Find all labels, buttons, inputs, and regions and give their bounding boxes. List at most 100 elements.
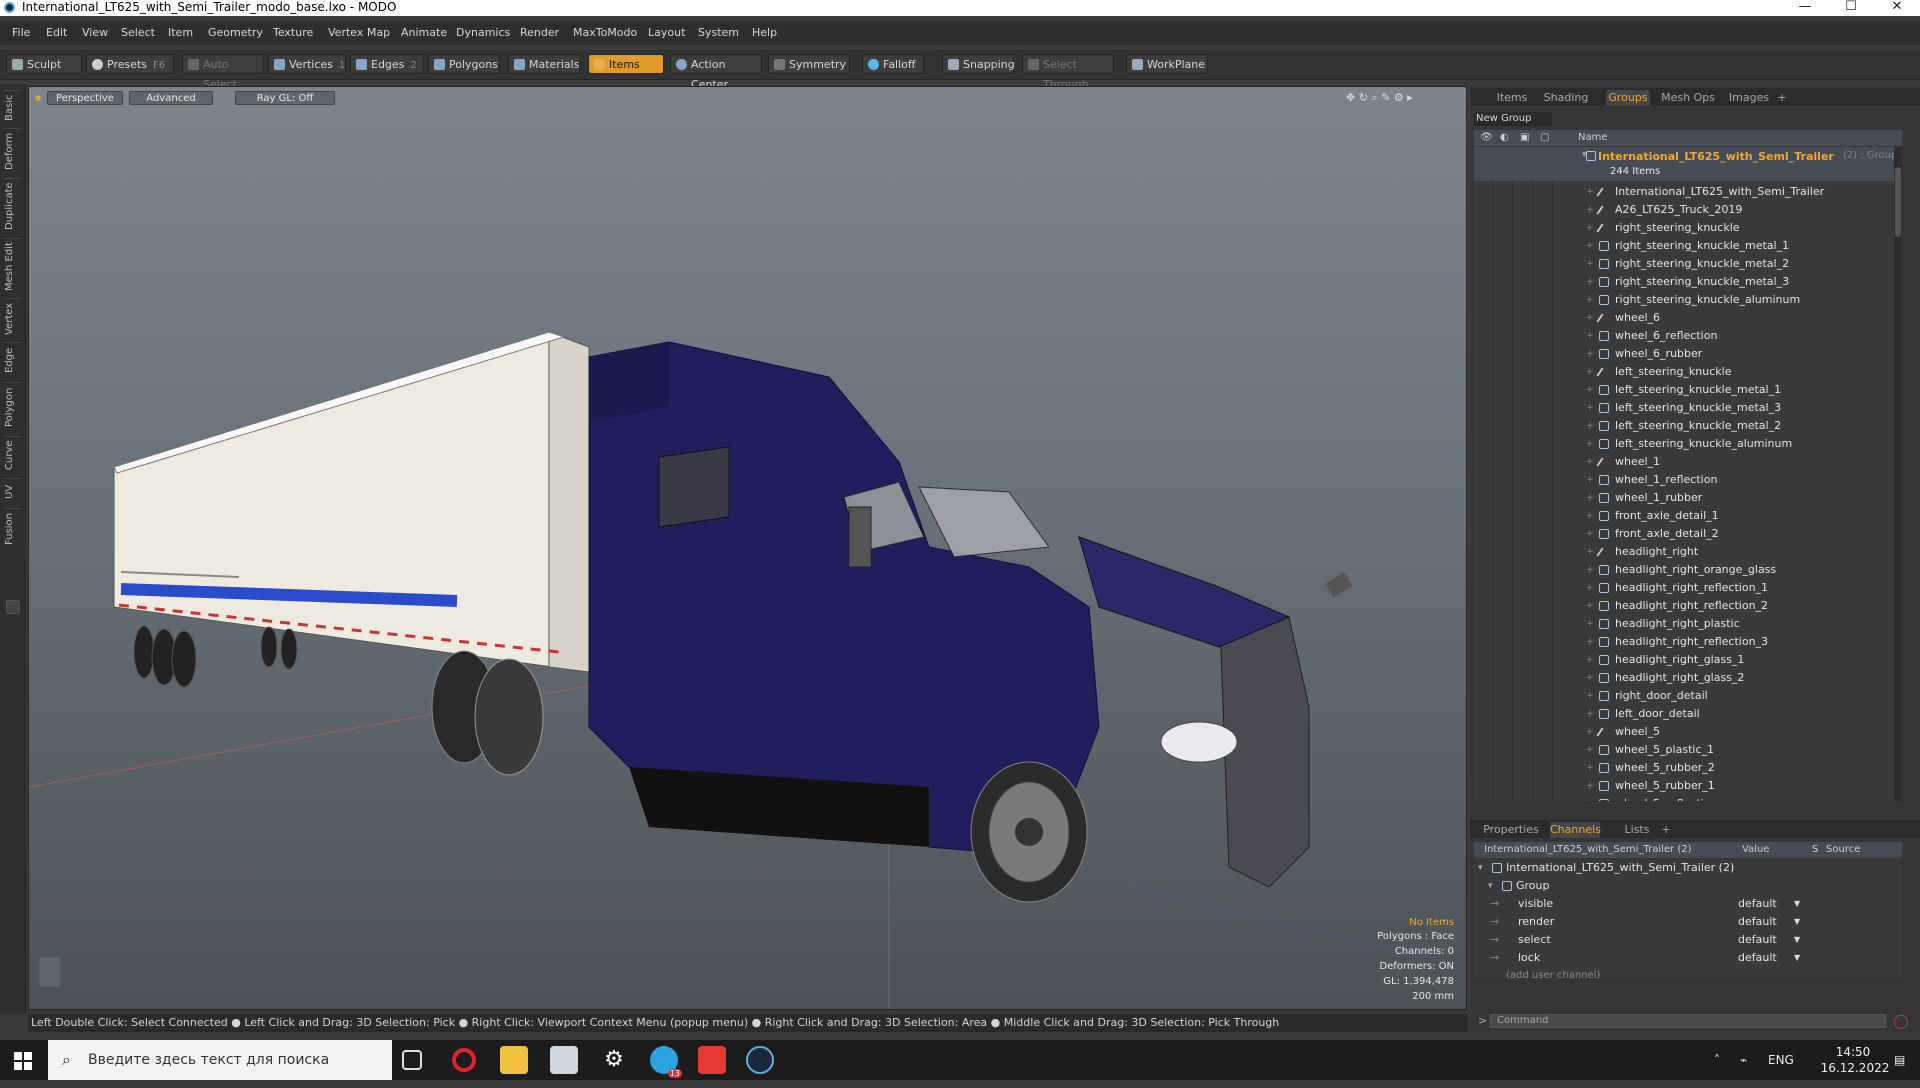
list-item[interactable]: + right_door_detail (1474, 687, 1902, 705)
list-item[interactable]: + left_steering_knuckle_metal_2 (1474, 417, 1902, 435)
3d-viewport[interactable]: Perspective Advanced Ray GL: Off ✥ ↻ ⌕ ✎… (28, 86, 1467, 1010)
expand-icon[interactable]: + (1586, 525, 1594, 543)
root-collapse-icon[interactable]: ▾ (1478, 859, 1483, 877)
list-item[interactable]: + right_steering_knuckle_aluminum (1474, 291, 1902, 309)
list-item[interactable]: + International_LT625_with_Semi_Trailer (1474, 183, 1902, 201)
taskbar-search-input[interactable]: ⌕ Введите здесь текст для поиска (48, 1040, 392, 1080)
expand-icon[interactable]: + (1586, 543, 1594, 561)
anydesk-icon[interactable] (698, 1046, 726, 1074)
list-item[interactable]: + wheel_5_rubber_1 (1474, 777, 1902, 795)
file-explorer-icon[interactable] (500, 1046, 528, 1074)
list-item[interactable]: + wheel_5 (1474, 723, 1902, 741)
list-scroll-thumb[interactable] (1895, 167, 1901, 237)
tab-basic[interactable]: Basic (4, 90, 22, 124)
tab-uv[interactable]: UV (4, 478, 22, 504)
materials-button[interactable]: Materials (508, 54, 580, 74)
list-item[interactable]: + right_steering_knuckle_metal_3 (1474, 273, 1902, 291)
list-item[interactable]: + wheel_5_rubber_2 (1474, 759, 1902, 777)
render-column-icon[interactable]: ◐ (1500, 132, 1509, 143)
name-column-header[interactable]: Name (1578, 132, 1608, 143)
close-button[interactable]: ✕ (1874, 0, 1920, 16)
channel-root-row[interactable]: ▾ International_LT625_with_Semi_Trailer … (1474, 859, 1902, 877)
list-item[interactable]: + headlight_right_reflection_2 (1474, 597, 1902, 615)
minimize-button[interactable]: — (1782, 0, 1828, 16)
expand-icon[interactable]: + (1586, 417, 1594, 435)
expand-icon[interactable]: + (1586, 777, 1594, 795)
presets-button[interactable]: Presets F6 (86, 54, 174, 74)
expand-icon[interactable]: + (1586, 399, 1594, 417)
menu-maxtomodo[interactable]: MaxToModo (573, 26, 637, 39)
tab-edge[interactable]: Edge (4, 342, 22, 378)
clock-date[interactable]: 16.12.2022 (1810, 1048, 1900, 1088)
list-item[interactable]: + wheel_5_plastic_1 (1474, 741, 1902, 759)
dropdown-arrow-icon[interactable]: ▼ (1794, 949, 1800, 967)
task-view-icon[interactable] (402, 1050, 422, 1070)
expand-icon[interactable]: + (1586, 507, 1594, 525)
list-item[interactable]: + headlight_right (1474, 543, 1902, 561)
menu-help[interactable]: Help (752, 26, 777, 39)
expand-icon[interactable]: + (1586, 651, 1594, 669)
tab-channels[interactable]: Channels (1550, 822, 1601, 838)
expand-icon[interactable]: + (1586, 597, 1594, 615)
expand-icon[interactable]: + (1586, 309, 1594, 327)
tab-fusion[interactable]: Fusion (4, 508, 22, 550)
expand-icon[interactable]: + (1586, 363, 1594, 381)
list-item[interactable]: + headlight_right_glass_2 (1474, 669, 1902, 687)
list-item[interactable]: + wheel_1 (1474, 453, 1902, 471)
windows-start-icon[interactable] (14, 1052, 32, 1070)
tab-vertex[interactable]: Vertex (4, 298, 22, 338)
expand-icon[interactable]: + (1586, 435, 1594, 453)
menu-geometry[interactable]: Geometry (208, 26, 263, 39)
dropdown-arrow-icon[interactable]: ▼ (1794, 913, 1800, 931)
select-through-button[interactable]: Select Through (1022, 54, 1114, 91)
expand-icon[interactable]: + (1586, 471, 1594, 489)
list-item[interactable]: + right_steering_knuckle_metal_1 (1474, 237, 1902, 255)
group-collapse-icon-2[interactable]: ▾ (1488, 877, 1493, 895)
add-tab-button[interactable]: + (1776, 90, 1788, 106)
maximize-button[interactable]: ☐ (1828, 0, 1874, 16)
list-item[interactable]: + left_steering_knuckle_aluminum (1474, 435, 1902, 453)
list-item[interactable]: + wheel_6_reflection (1474, 327, 1902, 345)
expand-icon[interactable]: + (1586, 291, 1594, 309)
tab-duplicate[interactable]: Duplicate (4, 178, 22, 234)
expand-icon[interactable]: + (1586, 219, 1594, 237)
list-item[interactable]: + wheel_6_rubber (1474, 345, 1902, 363)
expand-icon[interactable]: + (1586, 183, 1594, 201)
action-center-button[interactable]: Action Center (670, 54, 762, 91)
channel-row[interactable]: → select default ▼ (1474, 931, 1902, 949)
tab-groups[interactable]: Groups (1606, 90, 1650, 106)
expand-icon[interactable]: + (1586, 669, 1594, 687)
list-item[interactable]: + headlight_right_reflection_3 (1474, 633, 1902, 651)
tab-properties[interactable]: Properties (1482, 822, 1540, 838)
tab-items[interactable]: Items (1492, 90, 1532, 106)
expand-icon[interactable]: + (1586, 255, 1594, 273)
snapping-button[interactable]: Snapping (942, 54, 1015, 74)
opera-icon[interactable] (452, 1048, 476, 1072)
menu-texture[interactable]: Texture (273, 26, 313, 39)
tab-expand-icon[interactable] (6, 600, 20, 614)
menu-render[interactable]: Render (520, 26, 559, 39)
settings-icon[interactable]: ⚙ (600, 1046, 628, 1074)
menu-edit[interactable]: Edit (46, 26, 67, 39)
menu-dynamics[interactable]: Dynamics (456, 26, 510, 39)
tab-mesh-edit[interactable]: Mesh Edit (4, 238, 22, 294)
menu-select[interactable]: Select (121, 26, 155, 39)
lock-column-icon[interactable]: ▣ (1520, 132, 1529, 143)
language-indicator[interactable]: ENG (1768, 1040, 1794, 1080)
auto-select-button[interactable]: Auto Select (182, 54, 264, 91)
menu-item[interactable]: Item (168, 26, 193, 39)
group-row[interactable]: ▾ International_LT625_with_Semi_Trailer … (1474, 147, 1902, 181)
expand-icon[interactable]: + (1586, 561, 1594, 579)
list-item[interactable]: + left_door_detail (1474, 705, 1902, 723)
menu-animate[interactable]: Animate (401, 26, 447, 39)
expand-icon[interactable]: + (1586, 705, 1594, 723)
expand-icon[interactable]: + (1586, 327, 1594, 345)
new-group-button[interactable]: New Group (1474, 112, 1552, 126)
list-scrollbar[interactable] (1894, 147, 1902, 801)
list-item[interactable]: + headlight_right_glass_1 (1474, 651, 1902, 669)
sculpt-button[interactable]: Sculpt (6, 54, 82, 74)
expand-icon[interactable]: + (1586, 759, 1594, 777)
menu-layout[interactable]: Layout (648, 26, 685, 39)
expand-icon[interactable]: + (1586, 273, 1594, 291)
vertices-button[interactable]: Vertices 1 (268, 54, 346, 74)
